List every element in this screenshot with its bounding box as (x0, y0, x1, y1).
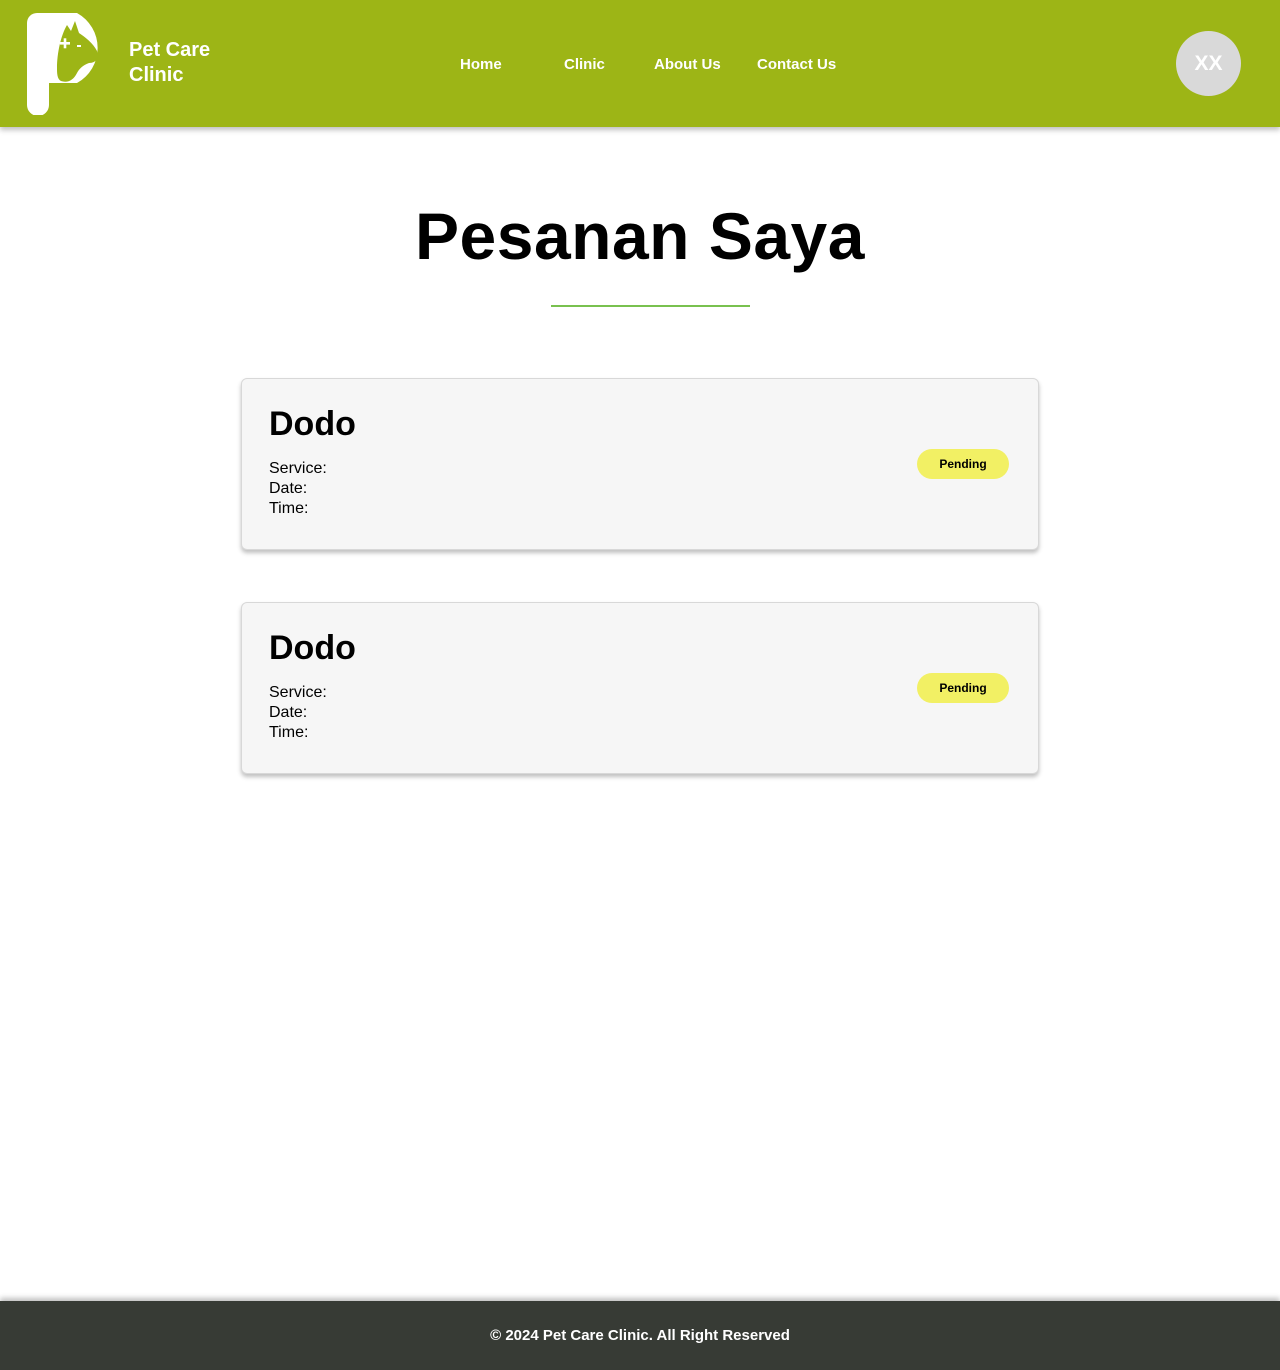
booking-details: Service: Date: Time: (269, 459, 327, 519)
date-label: Date: (269, 480, 308, 497)
pet-care-clinic-logo[interactable] (27, 13, 117, 115)
brand-name[interactable]: Pet Care Clinic (129, 38, 210, 88)
footer-copyright: © 2024 Pet Care Clinic. All Right Reserv… (490, 1327, 790, 1344)
nav-about-us[interactable]: About Us (654, 56, 721, 73)
site-footer: © 2024 Pet Care Clinic. All Right Reserv… (0, 1301, 1280, 1370)
status-badge: Pending (917, 673, 1009, 703)
nav-contact-us[interactable]: Contact Us (757, 56, 836, 73)
booking-card[interactable]: Dodo Service: Date: Time: Pending (241, 602, 1039, 774)
nav-clinic[interactable]: Clinic (564, 56, 605, 73)
site-header: Pet Care Clinic Home Clinic About Us Con… (0, 0, 1280, 127)
pet-name: Dodo (269, 629, 356, 667)
title-underline (551, 305, 750, 307)
status-badge: Pending (917, 449, 1009, 479)
page-title: Pesanan Saya (415, 199, 865, 273)
user-avatar[interactable]: XX (1176, 31, 1241, 96)
booking-details: Service: Date: Time: (269, 683, 327, 743)
date-label: Date: (269, 704, 308, 721)
service-label: Service: (269, 460, 327, 477)
booking-card[interactable]: Dodo Service: Date: Time: Pending (241, 378, 1039, 550)
pet-name: Dodo (269, 405, 356, 443)
service-label: Service: (269, 684, 327, 701)
time-label: Time: (269, 500, 309, 517)
brand-line-1: Pet Care (129, 39, 211, 61)
time-label: Time: (269, 724, 309, 741)
brand-line-2: Clinic (129, 64, 184, 86)
nav-home[interactable]: Home (460, 56, 502, 73)
